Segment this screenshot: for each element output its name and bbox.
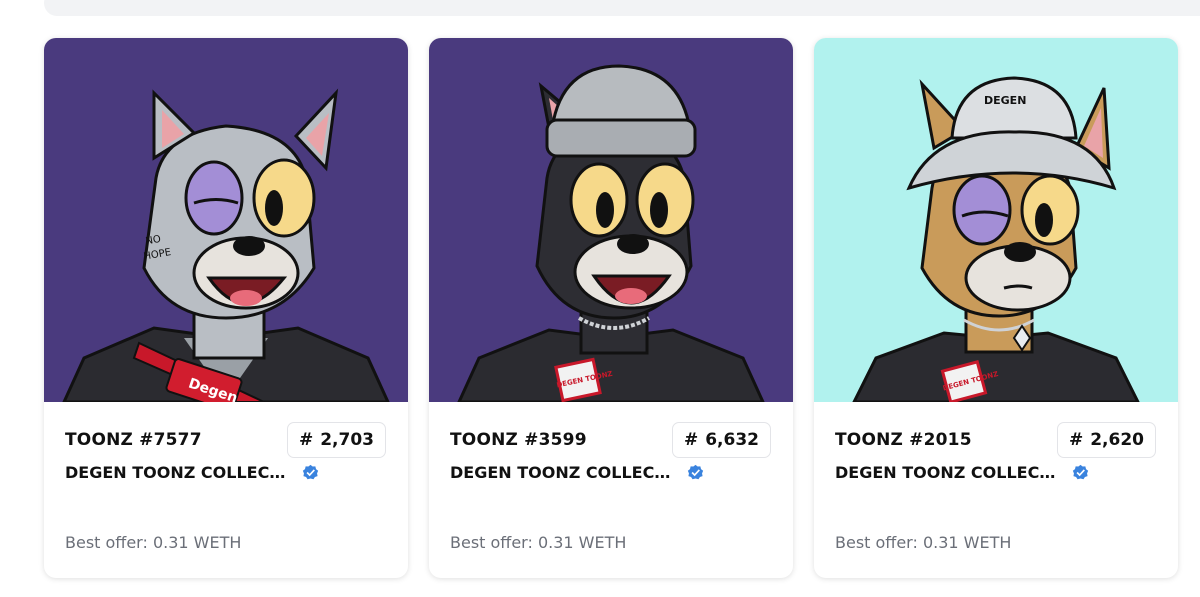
nft-image[interactable]: DEGEN TOONZ DEGEN <box>814 38 1178 402</box>
nft-card[interactable]: DEGEN TOONZ TOONZ #3599 # 6,632 DEGEN TO… <box>429 38 793 578</box>
verified-badge-icon <box>1072 464 1089 480</box>
nft-image[interactable]: DEGEN TOONZ <box>429 38 793 402</box>
best-offer: Best offer: 0.31 WETH <box>450 533 627 552</box>
nft-image[interactable]: Degen NO HOPE <box>44 38 408 402</box>
rarity-rank-value: 2,703 <box>320 430 374 450</box>
cat-illustration: DEGEN TOONZ <box>429 38 793 402</box>
collection-name[interactable]: DEGEN TOONZ COLLECTI... <box>835 463 1063 482</box>
rarity-rank-value: 2,620 <box>1090 430 1144 450</box>
rarity-rank-badge: # 6,632 <box>671 422 771 458</box>
rarity-rank-badge: # 2,703 <box>286 422 386 458</box>
verified-badge-icon <box>302 464 319 480</box>
token-name[interactable]: TOONZ #7577 <box>65 430 202 450</box>
rarity-rank-value: 6,632 <box>705 430 759 450</box>
nft-card[interactable]: Degen NO HOPE TOONZ #7577 # 2,703 DEGEN … <box>44 38 408 578</box>
collection-row[interactable]: DEGEN TOONZ COLLECTI... <box>450 463 704 482</box>
token-name[interactable]: TOONZ #2015 <box>835 430 972 450</box>
top-filter-bar <box>44 0 1200 16</box>
best-offer: Best offer: 0.31 WETH <box>835 533 1012 552</box>
hash-icon: # <box>298 430 314 450</box>
nft-grid: Degen NO HOPE TOONZ #7577 # 2,703 DEGEN … <box>44 38 1178 578</box>
best-offer: Best offer: 0.31 WETH <box>65 533 242 552</box>
collection-row[interactable]: DEGEN TOONZ COLLECTI... <box>835 463 1089 482</box>
rarity-rank-badge: # 2,620 <box>1056 422 1156 458</box>
hash-icon: # <box>683 430 699 450</box>
cat-illustration: DEGEN TOONZ DEGEN <box>814 38 1178 402</box>
collection-name[interactable]: DEGEN TOONZ COLLECTI... <box>65 463 293 482</box>
verified-badge-icon <box>687 464 704 480</box>
collection-name[interactable]: DEGEN TOONZ COLLECTI... <box>450 463 678 482</box>
nft-card[interactable]: DEGEN TOONZ DEGEN TOONZ #2015 # 2,620 DE… <box>814 38 1178 578</box>
collection-row[interactable]: DEGEN TOONZ COLLECTI... <box>65 463 319 482</box>
hash-icon: # <box>1068 430 1084 450</box>
token-name[interactable]: TOONZ #3599 <box>450 430 587 450</box>
hat-text: DEGEN <box>984 94 1026 107</box>
cat-illustration: Degen NO HOPE <box>44 38 408 402</box>
